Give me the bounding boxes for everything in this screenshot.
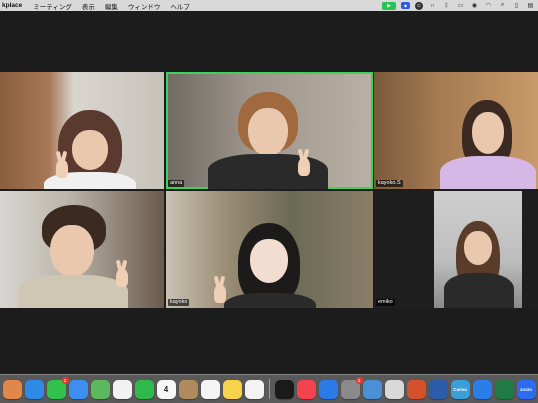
battery-icon[interactable]: ▭ [456, 2, 465, 9]
contacts-icon[interactable] [178, 379, 198, 399]
participant-tile[interactable]: kayoko [166, 191, 373, 308]
app-store-icon[interactable] [318, 379, 338, 399]
reminders-icon[interactable] [200, 379, 220, 399]
participant-name: kayoko [168, 299, 190, 306]
bluetooth-app-icon[interactable] [472, 379, 492, 399]
notification-badge: 1 [355, 376, 363, 384]
messages-icon[interactable]: 1 [46, 376, 69, 399]
menu-help[interactable]: ヘルプ [165, 1, 195, 11]
launchpad-icon[interactable] [2, 379, 22, 399]
freeform-icon[interactable] [244, 379, 264, 399]
photos-icon[interactable] [112, 379, 132, 399]
calendar-icon[interactable]: 4 [156, 379, 176, 399]
menu-view[interactable]: 表示 [77, 1, 100, 11]
participant-tile[interactable]: kayoko.S [374, 72, 538, 189]
participant-tile-active-speaker[interactable]: anna [166, 72, 373, 189]
canva-label: Canva [453, 386, 467, 392]
wifi-icon[interactable]: ◠ [484, 2, 493, 9]
headphones-icon[interactable]: ∩ [428, 2, 437, 9]
desktop: kplace ミーティング 表示 編集 ウィンドウ ヘルプ ▶ ◆ C ∩ ᛒ … [0, 0, 538, 403]
notes-icon[interactable] [222, 379, 242, 399]
maps-icon[interactable] [90, 379, 110, 399]
preview-icon[interactable] [362, 379, 382, 399]
menu-bar: kplace ミーティング 表示 編集 ウィンドウ ヘルプ ▶ ◆ C ∩ ᛒ … [0, 0, 538, 11]
participant-tile[interactable] [0, 72, 164, 189]
display-icon[interactable]: ▯ [512, 2, 521, 9]
music-icon[interactable] [296, 379, 316, 399]
calendar-label: 4 [163, 384, 169, 394]
menu-edit[interactable]: 編集 [100, 1, 123, 11]
participant-name: kayoko.S [376, 180, 403, 187]
menu-app-name[interactable]: kplace [0, 2, 28, 9]
zoom-status-icon[interactable]: ▶ [382, 1, 396, 10]
bluetooth-icon[interactable]: ᛒ [442, 2, 451, 9]
safari-icon[interactable] [24, 379, 44, 399]
zoom-app-icon[interactable]: zoom [516, 379, 536, 399]
zoom-app-label: zoom [520, 386, 532, 392]
sync-icon[interactable]: C [415, 1, 423, 10]
participant-tile[interactable] [0, 191, 164, 308]
powerpoint-icon[interactable] [406, 379, 426, 399]
canva-icon[interactable]: Canva [450, 379, 470, 399]
tv-icon[interactable] [274, 379, 294, 399]
dock: 1 4 1 Canva zoom [0, 374, 538, 403]
system-settings-icon[interactable]: 1 [340, 376, 363, 399]
word-icon[interactable] [428, 379, 448, 399]
facetime-icon[interactable] [134, 379, 154, 399]
notification-badge: 1 [61, 376, 69, 384]
control-center-icon[interactable]: ◉ [470, 2, 479, 9]
participant-name: emiko [376, 299, 395, 306]
mail-icon[interactable] [68, 379, 88, 399]
participant-name: anna [168, 180, 185, 187]
vpn-icon[interactable]: ◆ [401, 2, 410, 9]
menu-extra-icon[interactable]: ▤ [526, 2, 535, 9]
dock-separator [268, 379, 270, 399]
participant-tile[interactable]: emiko [374, 191, 538, 308]
excel-icon[interactable] [494, 379, 514, 399]
menu-meeting[interactable]: ミーティング [28, 1, 77, 11]
search-icon[interactable]: ⌕ [498, 2, 507, 9]
video-gallery: anna kayoko.S kayoko emiko [0, 72, 538, 308]
menu-window[interactable]: ウィンドウ [123, 1, 166, 11]
scripts-icon[interactable] [384, 379, 404, 399]
